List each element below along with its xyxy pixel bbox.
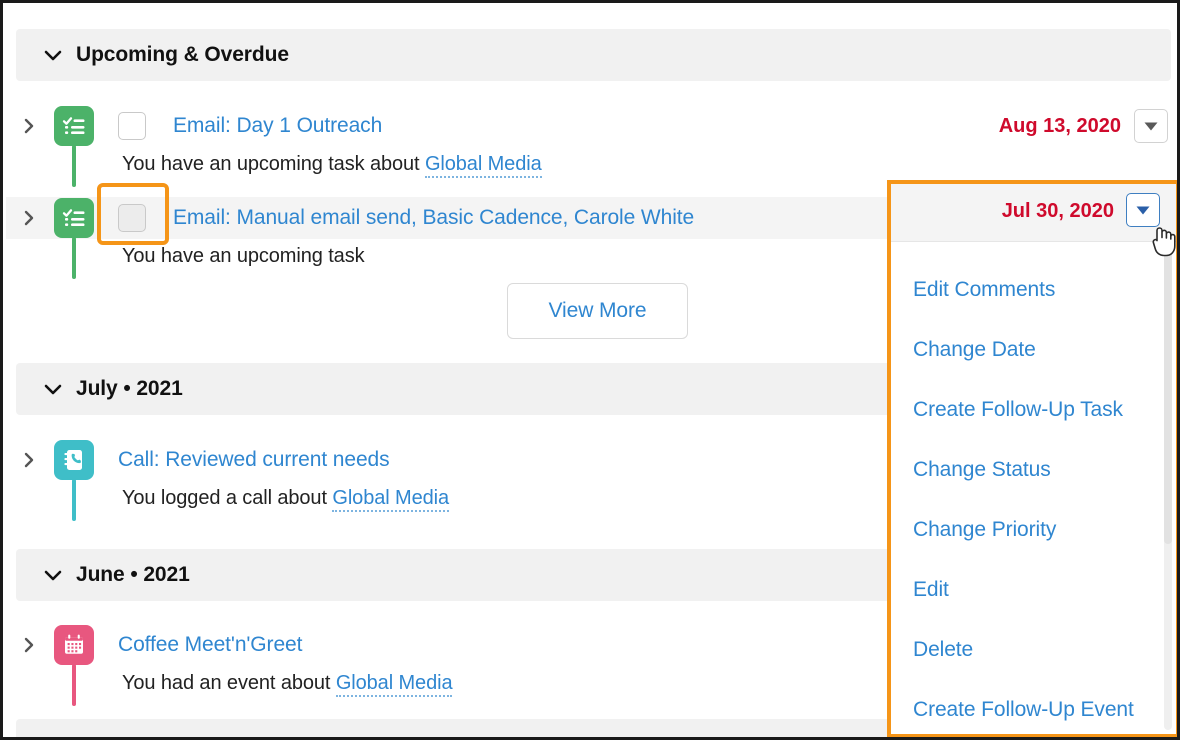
timeline-row-title[interactable]: Call: Reviewed current needs (118, 448, 390, 472)
dropdown-header: Jul 30, 2020 (891, 184, 1176, 242)
timeline-row-subtitle: You have an upcoming task (122, 245, 365, 268)
chevron-down-icon (40, 376, 66, 402)
entity-link[interactable]: Global Media (335, 672, 453, 697)
section-title: June • 2021 (76, 563, 190, 586)
call-phone-icon (54, 440, 94, 480)
dropdown-item-edit-comments[interactable]: Edit Comments (891, 260, 1176, 320)
timeline-connector (72, 664, 76, 706)
section-header-upcoming-overdue[interactable]: Upcoming & Overdue (16, 29, 1171, 81)
activity-timeline-panel: Upcoming & Overdue Email: Day 1 Outreach… (0, 0, 1180, 740)
section-title: Upcoming & Overdue (76, 43, 289, 66)
view-more-button[interactable]: View More (507, 283, 688, 339)
row-actions-caret-button-active[interactable] (1126, 193, 1160, 227)
dropdown-scrollbar-thumb[interactable] (1164, 244, 1172, 544)
task-complete-checkbox[interactable] (118, 204, 146, 232)
chevron-down-icon (40, 42, 66, 68)
dropdown-due-date: Jul 30, 2020 (1001, 200, 1114, 222)
dropdown-item-create-follow-up-event[interactable]: Create Follow-Up Event (891, 680, 1176, 734)
row-actions-dropdown-menu: Jul 30, 2020 Edit Comments Change Date C… (887, 180, 1177, 737)
timeline-row-title[interactable]: Email: Manual email send, Basic Cadence,… (173, 206, 694, 230)
subtitle-text: You logged a call about (122, 487, 333, 509)
timeline-row-due-date: Aug 13, 2020 (998, 114, 1121, 137)
timeline-connector (72, 237, 76, 279)
task-checklist-icon (54, 198, 94, 238)
task-complete-checkbox[interactable] (118, 112, 146, 140)
entity-link[interactable]: Global Media (332, 487, 449, 512)
dropdown-item-change-date[interactable]: Change Date (891, 320, 1176, 380)
subtitle-text: You have an upcoming task (122, 245, 365, 267)
dropdown-item-change-priority[interactable]: Change Priority (891, 500, 1176, 560)
subtitle-text: You had an event about (122, 672, 336, 694)
timeline-row-subtitle: You logged a call about Global Media (122, 487, 449, 512)
timeline-row-subtitle: You had an event about Global Media (122, 672, 453, 697)
timeline-connector (72, 145, 76, 187)
subtitle-text: You have an upcoming task about (122, 153, 425, 175)
timeline-row-subtitle: You have an upcoming task about Global M… (122, 153, 542, 178)
chevron-down-icon (40, 562, 66, 588)
timeline-connector (72, 479, 76, 521)
dropdown-item-change-status[interactable]: Change Status (891, 440, 1176, 500)
chevron-right-icon[interactable] (18, 207, 40, 229)
dropdown-item-edit[interactable]: Edit (891, 560, 1176, 620)
chevron-right-icon[interactable] (18, 449, 40, 471)
timeline-row-header[interactable]: Email: Day 1 Outreach Aug 13, 2020 (6, 105, 1177, 147)
chevron-right-icon[interactable] (18, 115, 40, 137)
calendar-event-icon (54, 625, 94, 665)
entity-link[interactable]: Global Media (424, 153, 542, 178)
dropdown-item-list: Edit Comments Change Date Create Follow-… (891, 242, 1176, 734)
task-checklist-icon (54, 106, 94, 146)
chevron-right-icon[interactable] (18, 634, 40, 656)
row-actions-caret-button[interactable] (1134, 109, 1168, 143)
section-title: July • 2021 (76, 377, 183, 400)
dropdown-item-delete[interactable]: Delete (891, 620, 1176, 680)
timeline-row-title[interactable]: Coffee Meet'n'Greet (118, 633, 302, 657)
timeline-row[interactable]: Email: Day 1 Outreach Aug 13, 2020 You h… (6, 105, 1177, 187)
dropdown-scrollbar[interactable] (1164, 244, 1172, 730)
timeline-row-title[interactable]: Email: Day 1 Outreach (173, 114, 382, 138)
dropdown-item-create-follow-up-task[interactable]: Create Follow-Up Task (891, 380, 1176, 440)
